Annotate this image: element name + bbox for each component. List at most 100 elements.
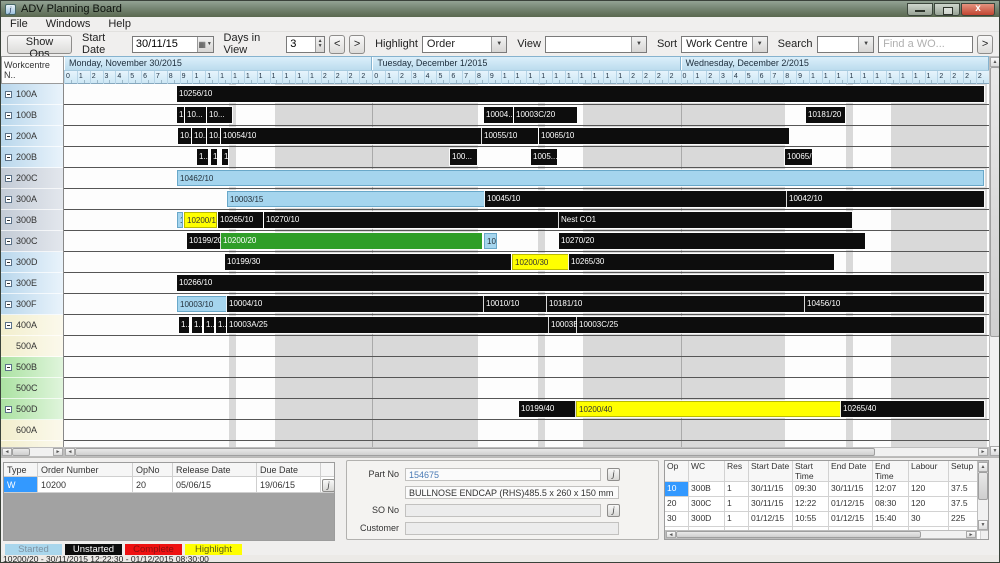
gantt-bar[interactable]: 10... [484, 233, 497, 249]
find-go-button[interactable]: > [977, 35, 993, 54]
ops-cell[interactable]: 08:30 [873, 497, 909, 512]
ops-cell[interactable]: 20 [665, 497, 689, 512]
highlight-select[interactable]: Order ▼ [422, 36, 507, 53]
gantt-bar[interactable]: 1 [177, 107, 184, 123]
start-date-input[interactable]: ▦▼ [132, 36, 214, 53]
ops-cell[interactable]: 01/12/15 [829, 497, 873, 512]
scroll-up-icon[interactable]: ▲ [990, 57, 1000, 67]
gantt-bar[interactable]: 10... [207, 107, 232, 123]
ops-cell[interactable]: 30/11/15 [749, 482, 793, 497]
part-description-field[interactable]: BULLNOSE ENDCAP (RHS)485.5 x 260 x 150 m… [405, 486, 619, 499]
ops-v-scrollbar[interactable]: ▲ ▼ [977, 461, 989, 531]
scroll-thumb[interactable] [75, 448, 875, 456]
gantt-bar[interactable]: 10042/10 [787, 191, 984, 207]
ops-cell[interactable]: 120 [909, 482, 949, 497]
gantt-bar[interactable]: 10... [192, 128, 206, 144]
expand-icon[interactable] [5, 91, 12, 98]
gantt-bar[interactable]: 10462/10 [177, 170, 984, 186]
workcentre-row-label[interactable]: 300B [1, 210, 63, 231]
gantt-bar[interactable]: 10004... [484, 107, 513, 123]
gantt-bar[interactable]: 10... [207, 128, 220, 144]
workcentre-row-label[interactable]: 200C [1, 168, 63, 189]
gantt-bar[interactable]: 10200/30 [512, 254, 569, 270]
gantt-bar[interactable]: 1... [192, 317, 202, 333]
workcentre-row-label[interactable]: 100A [1, 84, 63, 105]
gantt-bar[interactable]: 10265/10 [218, 212, 263, 228]
expand-icon[interactable] [5, 217, 12, 224]
part-no-field[interactable]: 154675 [405, 468, 601, 481]
workcentre-row-label[interactable]: 300E [1, 273, 63, 294]
gantt-bar[interactable]: 10003A/25 [227, 317, 549, 333]
show-ops-button[interactable]: Show Ops [7, 35, 72, 54]
prev-button[interactable]: < [329, 35, 345, 54]
ops-cell[interactable]: 01/12/15 [829, 512, 873, 527]
gantt-bar[interactable]: 10456/10 [805, 296, 984, 312]
gantt-bar[interactable]: 10003C/25 [577, 317, 984, 333]
view-select[interactable]: ▼ [545, 36, 647, 53]
gantt-bar[interactable]: 10055/10 [482, 128, 538, 144]
ops-cell[interactable]: 30 [909, 512, 949, 527]
customer-field[interactable] [405, 522, 619, 535]
scroll-down-icon[interactable]: ▼ [978, 520, 988, 530]
gantt-bar[interactable]: 1... [179, 317, 189, 333]
workcentre-row-label[interactable]: 100B [1, 105, 63, 126]
workcentre-row-label[interactable]: 500C [1, 378, 63, 399]
order-cell[interactable]: 20 [133, 477, 173, 493]
expand-icon[interactable] [5, 406, 12, 413]
ops-cell[interactable]: 1 [725, 482, 749, 497]
workcentre-row-label[interactable]: 300D [1, 252, 63, 273]
calendar-icon[interactable]: ▦▼ [197, 37, 213, 52]
gantt-bar[interactable]: 10003/15 [227, 191, 485, 207]
gantt-bar[interactable]: 10265/40 [841, 401, 984, 417]
scroll-up-icon[interactable]: ▲ [978, 462, 988, 472]
gantt-bar[interactable]: 1 [211, 149, 217, 165]
workcentre-column-header[interactable]: Workcentre N.. [1, 56, 64, 84]
gantt-bar[interactable]: 1... [197, 149, 208, 165]
days-in-view-value[interactable] [287, 38, 315, 50]
labels-h-scrollbar[interactable]: ◄ ► [1, 447, 64, 457]
order-lookup-button[interactable]: j [322, 479, 335, 492]
workcentre-row-label[interactable]: 400A [1, 315, 63, 336]
gantt-bar[interactable]: 10266/10 [177, 275, 984, 291]
spinner-icon[interactable]: ▲▼ [315, 37, 324, 52]
expand-icon[interactable] [5, 112, 12, 119]
expand-icon[interactable] [5, 301, 12, 308]
expand-icon[interactable] [5, 196, 12, 203]
search-select[interactable]: ▼ [817, 36, 875, 53]
gantt-bar[interactable]: 1 [222, 149, 228, 165]
gantt-bar[interactable]: 10199/30 [225, 254, 511, 270]
expand-icon[interactable] [5, 154, 12, 161]
ops-cell[interactable]: 01/12/15 [749, 512, 793, 527]
workcentre-row-label[interactable]: 300F [1, 294, 63, 315]
gantt-bar[interactable]: 10181/20 [806, 107, 845, 123]
menu-item-help[interactable]: Help [99, 18, 140, 30]
gantt-bar[interactable]: 10270/20 [559, 233, 865, 249]
ops-cell[interactable]: 09:30 [793, 482, 829, 497]
gantt-bar[interactable]: Nest CO1 [559, 212, 852, 228]
expand-icon[interactable] [5, 280, 12, 287]
ops-cell[interactable]: 12:07 [873, 482, 909, 497]
workcentre-row-label[interactable]: 500D [1, 399, 63, 420]
ops-cell[interactable]: 300C [689, 497, 725, 512]
gantt-bar[interactable]: 10004/10 [227, 296, 484, 312]
workcentre-row-label[interactable]: 300C [1, 231, 63, 252]
workcentre-row-label[interactable]: 500A [1, 336, 63, 357]
gantt-bar[interactable]: 10270/10 [264, 212, 559, 228]
gantt-bar[interactable]: 10199/40 [519, 401, 576, 417]
scroll-thumb[interactable] [990, 67, 1000, 337]
gantt-bar[interactable]: 10003/10 [177, 296, 227, 312]
scroll-left-icon[interactable]: ◄ [666, 531, 676, 538]
next-button[interactable]: > [349, 35, 365, 54]
ops-cell[interactable]: 120 [909, 497, 949, 512]
ops-cell[interactable]: 15:40 [873, 512, 909, 527]
scroll-left-icon[interactable]: ◄ [2, 448, 12, 456]
ops-cell[interactable]: 12:22 [793, 497, 829, 512]
gantt-h-scrollbar[interactable]: ◄ ► [64, 447, 989, 457]
gantt-bar[interactable]: 10003B/2 [549, 317, 577, 333]
ops-h-scrollbar[interactable]: ◄ ► [665, 530, 977, 539]
order-cell[interactable]: 10200 [38, 477, 133, 493]
gantt-bar[interactable]: 10200/40 [576, 401, 841, 417]
gantt-bar[interactable]: 10010/10 [484, 296, 547, 312]
gantt-bar[interactable]: 10265/30 [569, 254, 834, 270]
gantt-bar[interactable]: 10003C/20 [514, 107, 577, 123]
